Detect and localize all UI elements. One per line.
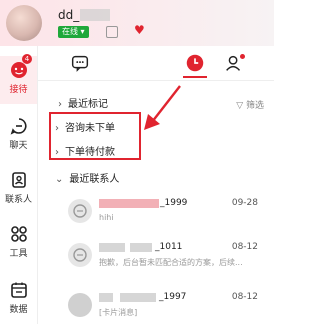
status-caret-icon: ▾ bbox=[80, 27, 85, 36]
sidebar-item-contacts[interactable]: 联系人 bbox=[0, 170, 37, 205]
sidebar-item-data[interactable]: 数据 bbox=[0, 280, 37, 315]
grid-tools-icon bbox=[10, 226, 27, 242]
username: dd_ bbox=[58, 8, 80, 22]
status-dropdown[interactable]: 在线 ▾ bbox=[58, 26, 89, 38]
contact-name: _1997 bbox=[159, 292, 187, 302]
sidebar-item-reception[interactable]: 4 接待 bbox=[0, 54, 37, 104]
sidebar-item-label: 联系人 bbox=[4, 195, 32, 205]
calendar-icon[interactable] bbox=[106, 26, 118, 38]
top-header: dd_ 在线 ▾ ♥ bbox=[0, 0, 274, 46]
chevron-right-icon: › bbox=[55, 147, 59, 158]
chevron-down-icon: ⌄ bbox=[55, 174, 64, 185]
consult-no-order-row[interactable]: › 咨询未下单 bbox=[55, 119, 115, 134]
recent-marks-row[interactable]: › 最近标记 bbox=[58, 95, 108, 110]
contact-name: _1999 bbox=[160, 198, 188, 208]
tab-bar bbox=[38, 46, 274, 81]
sidebar-item-label: 数据 bbox=[9, 305, 28, 315]
username-redacted bbox=[80, 9, 110, 21]
contact-preview: hihi bbox=[99, 213, 114, 222]
contact-chat-icon bbox=[73, 204, 87, 218]
annotation-arrow-icon bbox=[144, 85, 181, 130]
filter-label: 筛选 bbox=[245, 101, 264, 111]
heart-icon[interactable]: ♥ bbox=[134, 23, 145, 37]
unread-badge: 4 bbox=[22, 54, 32, 64]
contact-avatar bbox=[68, 293, 92, 317]
clock-icon bbox=[186, 54, 204, 72]
filter-button[interactable]: ▽ 筛选 bbox=[236, 98, 264, 111]
contact-avatar bbox=[68, 199, 92, 223]
chevron-right-icon: › bbox=[55, 123, 59, 134]
contact-item[interactable]: _1011 08-12 抱歉，后台暂未匹配合适的方案，后续... bbox=[68, 240, 268, 280]
sidebar-item-label: 工具 bbox=[9, 249, 28, 259]
redacted-name bbox=[130, 243, 152, 252]
active-tab-indicator bbox=[183, 76, 207, 78]
sidebar-item-tools[interactable]: 工具 bbox=[0, 224, 37, 259]
contact-preview: 抱歉，后台暂未匹配合适的方案，后续... bbox=[99, 258, 243, 267]
notification-dot bbox=[240, 54, 245, 59]
contact-item[interactable]: _1997 08-12 [卡片消息] bbox=[68, 290, 268, 330]
contact-chat-icon bbox=[73, 248, 87, 262]
redacted-name bbox=[99, 293, 113, 302]
contact-time: 09-28 bbox=[231, 198, 258, 208]
filter-icon: ▽ bbox=[236, 101, 246, 111]
consult-no-order-label: 咨询未下单 bbox=[65, 123, 115, 134]
user-avatar[interactable] bbox=[6, 5, 42, 41]
message-dots-icon bbox=[71, 55, 89, 72]
tab-contacts[interactable] bbox=[222, 52, 246, 76]
tab-messages[interactable] bbox=[68, 52, 92, 76]
pending-payment-label: 下单待付款 bbox=[65, 147, 115, 158]
chevron-right-icon: › bbox=[58, 99, 62, 110]
status-label: 在线 bbox=[62, 27, 78, 36]
contact-time: 08-12 bbox=[231, 242, 258, 252]
contact-item[interactable]: _1999 09-28 hihi bbox=[68, 196, 268, 236]
redacted-name bbox=[120, 293, 156, 302]
sidebar-item-chat[interactable]: 聊天 bbox=[0, 116, 37, 151]
tab-recent[interactable] bbox=[183, 52, 207, 76]
data-calendar-icon bbox=[10, 282, 27, 298]
left-sidebar: 4 接待 聊天 联系人 工具 数据 bbox=[0, 46, 38, 324]
sidebar-item-label: 接待 bbox=[9, 85, 28, 95]
recent-contacts-label: 最近联系人 bbox=[69, 174, 120, 185]
redacted-name bbox=[99, 243, 125, 252]
redacted-name bbox=[99, 199, 159, 208]
contact-name: _1011 bbox=[155, 242, 183, 252]
recent-contacts-row[interactable]: ⌄ 最近联系人 bbox=[55, 170, 119, 185]
contact-card-icon bbox=[11, 172, 26, 188]
pending-payment-row[interactable]: › 下单待付款 bbox=[55, 143, 115, 158]
contact-avatar bbox=[68, 243, 92, 267]
contact-preview: [卡片消息] bbox=[99, 308, 138, 317]
sidebar-item-label: 聊天 bbox=[9, 141, 28, 151]
contact-time: 08-12 bbox=[231, 292, 258, 302]
recent-marks-label: 最近标记 bbox=[68, 99, 108, 110]
speech-icon bbox=[10, 118, 27, 135]
